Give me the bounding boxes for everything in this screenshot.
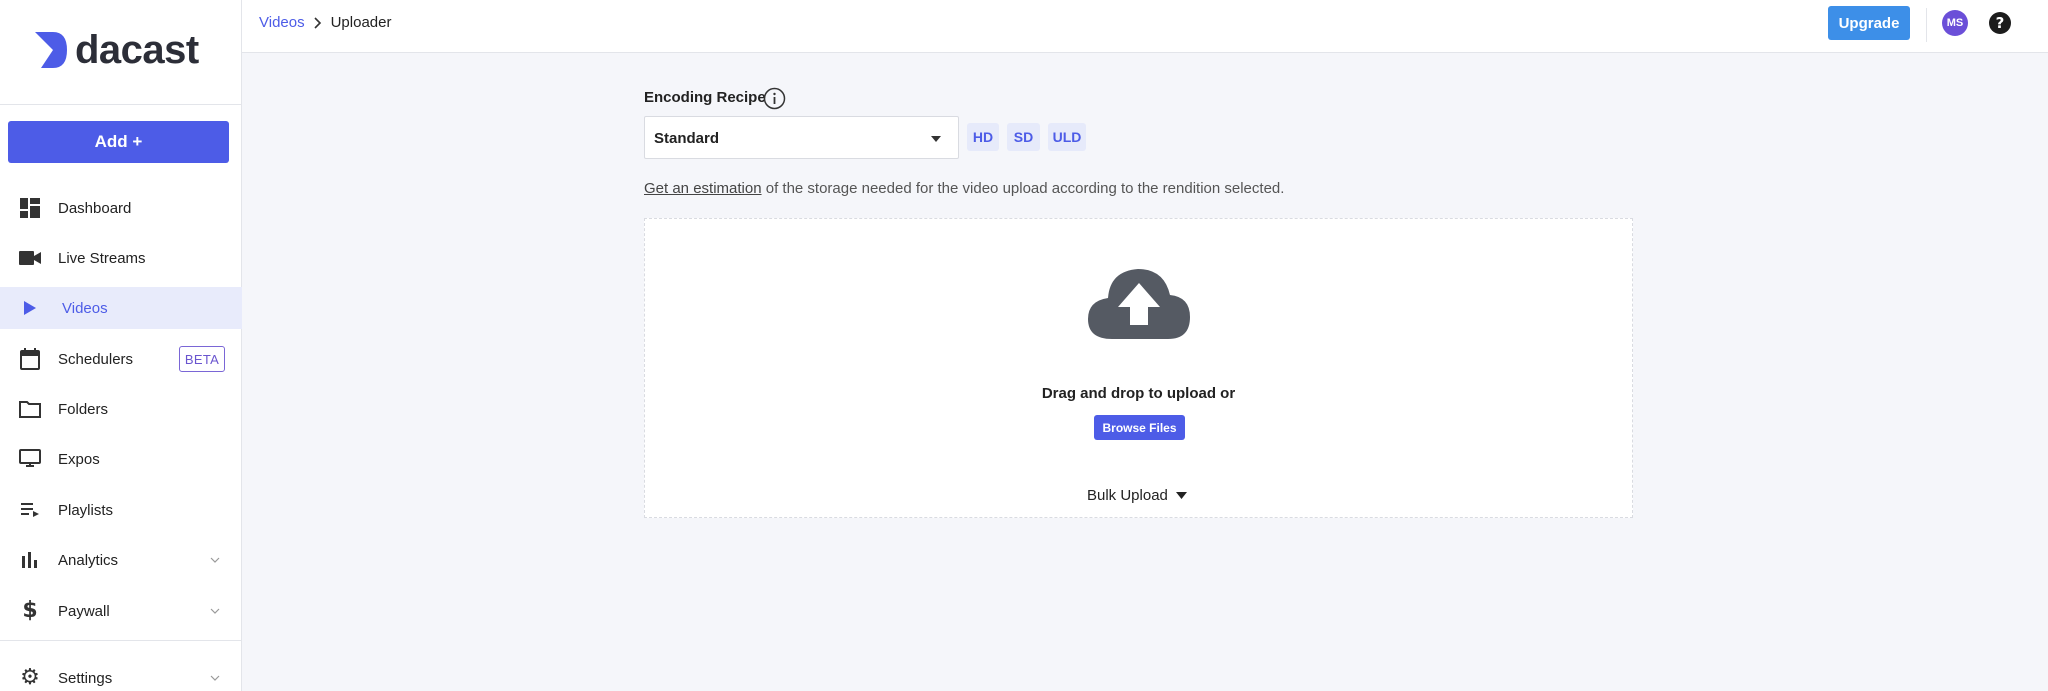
encoding-recipe-label: Encoding Recipe bbox=[644, 89, 766, 106]
chevron-down-icon bbox=[210, 675, 220, 681]
upgrade-button[interactable]: Upgrade bbox=[1828, 6, 1910, 40]
sidebar-item-label: Playlists bbox=[58, 501, 114, 519]
sidebar-item-label: Settings bbox=[58, 669, 113, 687]
add-button[interactable]: Add + bbox=[8, 121, 229, 163]
sidebar-item-label: Analytics bbox=[58, 551, 119, 569]
sidebar-item-playlists[interactable]: Playlists bbox=[0, 489, 242, 531]
breadcrumb: Videos Uploader bbox=[259, 14, 391, 31]
sidebar-item-paywall[interactable]: $ Paywall bbox=[0, 590, 242, 632]
sidebar-item-label: Paywall bbox=[58, 602, 110, 620]
camera-icon bbox=[18, 246, 42, 270]
chevron-right-icon bbox=[314, 16, 321, 29]
dacast-logo-icon bbox=[35, 32, 67, 68]
get-estimation-link[interactable]: Get an estimation bbox=[644, 180, 762, 197]
sidebar-item-label: Dashboard bbox=[58, 199, 132, 217]
brand-name: dacast bbox=[75, 28, 199, 72]
sidebar-item-dashboard[interactable]: Dashboard bbox=[0, 187, 242, 229]
playlist-icon bbox=[18, 498, 42, 522]
sidebar-item-label: Videos bbox=[62, 299, 108, 317]
sidebar: dacast Add + Dashboard Live Streams Vide… bbox=[0, 0, 242, 691]
caret-down-icon bbox=[931, 136, 941, 142]
info-icon[interactable] bbox=[763, 87, 786, 110]
breadcrumb-current: Uploader bbox=[330, 14, 392, 31]
sidebar-item-label: Schedulers bbox=[58, 350, 134, 368]
avatar[interactable]: MS bbox=[1942, 10, 1968, 36]
estimate-description: of the storage needed for the video uplo… bbox=[761, 180, 1285, 197]
help-icon[interactable]: ? bbox=[1988, 11, 2012, 35]
bulk-upload-toggle[interactable]: Bulk Upload bbox=[1087, 487, 1187, 504]
sidebar-item-expos[interactable]: Expos bbox=[0, 438, 242, 480]
gear-icon: ⚙ bbox=[20, 665, 40, 690]
rendition-badge-uld: ULD bbox=[1048, 123, 1086, 151]
browse-files-button[interactable]: Browse Files bbox=[1094, 415, 1185, 440]
rendition-badge-hd: HD bbox=[967, 123, 999, 151]
encoding-recipe-value: Standard bbox=[654, 130, 720, 147]
dashboard-icon bbox=[18, 196, 42, 220]
rendition-badge-sd: SD bbox=[1007, 123, 1040, 151]
sidebar-item-live-streams[interactable]: Live Streams bbox=[0, 237, 242, 279]
cloud-upload-icon bbox=[1088, 269, 1190, 339]
svg-text:?: ? bbox=[1996, 14, 2005, 32]
dacast-logo[interactable]: dacast bbox=[33, 28, 199, 72]
top-bar: Videos Uploader Upgrade MS ? bbox=[242, 0, 2048, 53]
breadcrumb-videos-link[interactable]: Videos bbox=[259, 14, 305, 31]
bar-chart-icon bbox=[18, 548, 42, 572]
sidebar-item-label: Expos bbox=[58, 450, 100, 468]
sidebar-divider bbox=[0, 104, 242, 105]
encoding-recipe-select[interactable]: Standard bbox=[644, 116, 959, 159]
calendar-icon bbox=[18, 347, 42, 371]
monitor-icon bbox=[18, 447, 42, 471]
storage-estimate-text: Get an estimation of the storage needed … bbox=[644, 180, 1284, 197]
chevron-down-icon bbox=[210, 557, 220, 563]
sidebar-item-label: Folders bbox=[58, 400, 109, 418]
folder-icon bbox=[18, 397, 42, 421]
sidebar-item-videos[interactable]: Videos bbox=[0, 287, 242, 329]
dollar-icon: $ bbox=[22, 598, 38, 623]
upload-dropzone[interactable]: Drag and drop to upload or Browse Files … bbox=[644, 218, 1633, 518]
sidebar-divider bbox=[0, 640, 242, 641]
sidebar-item-settings[interactable]: ⚙ Settings bbox=[0, 657, 242, 691]
sidebar-item-folders[interactable]: Folders bbox=[0, 388, 242, 430]
sidebar-item-label: Live Streams bbox=[58, 249, 146, 267]
drag-drop-text: Drag and drop to upload or bbox=[1041, 385, 1236, 402]
beta-badge: BETA bbox=[179, 346, 225, 372]
bulk-upload-label: Bulk Upload bbox=[1087, 487, 1168, 504]
topbar-divider bbox=[1926, 8, 1927, 42]
chevron-down-icon bbox=[210, 608, 220, 614]
play-icon bbox=[18, 296, 42, 320]
caret-down-icon bbox=[1175, 492, 1187, 499]
sidebar-item-schedulers[interactable]: Schedulers BETA bbox=[0, 338, 242, 380]
sidebar-item-analytics[interactable]: Analytics bbox=[0, 539, 242, 581]
